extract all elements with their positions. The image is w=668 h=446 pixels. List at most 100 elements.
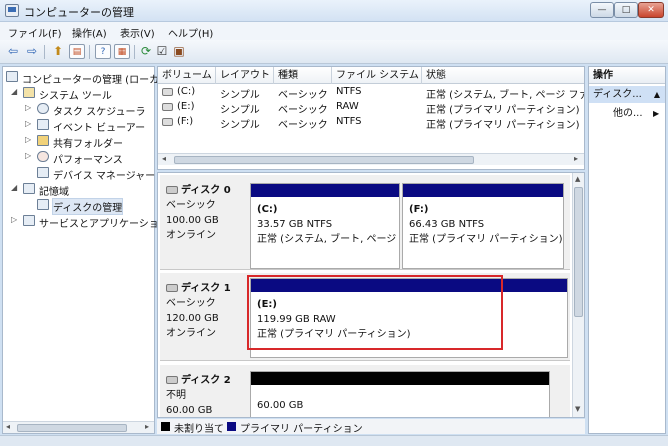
scroll-thumb[interactable] [574,187,583,317]
disk-2-info[interactable]: ディスク 2 不明 60.00 GB [166,373,246,417]
view-icon[interactable]: ▦ [114,44,130,59]
help-icon[interactable]: ? [95,44,111,59]
export-icon[interactable]: ▣ [171,44,187,59]
tree-item-label: イベント ビューアー [53,123,146,134]
toolbar-separator [89,45,90,59]
refresh-icon[interactable]: ⟳ [138,44,154,59]
expand-icon[interactable]: ▷ [25,119,31,128]
disk-icon [166,284,178,292]
disk-2-row[interactable]: ディスク 2 不明 60.00 GB 60.00 GB [160,365,570,417]
unallocated-bar [251,372,549,385]
scroll-left-icon[interactable]: ◂ [6,422,10,431]
partition-f[interactable]: (F:) 66.43 GB NTFS 正常 (プライマリ パーティション) [402,183,564,269]
volume-type: ベーシック [278,105,328,116]
forward-icon[interactable]: ⇨ [24,44,40,59]
menu-help[interactable]: ヘルプ(H) [168,25,213,40]
device-manager-icon [37,167,49,178]
up-folder-icon[interactable]: ⬆ [50,44,66,59]
table-row[interactable]: (E:) シンプル ベーシック RAW 正常 (プライマリ パーティション) [158,100,584,116]
scroll-right-icon[interactable]: ▸ [574,154,578,163]
close-button[interactable]: ✕ [638,2,664,18]
menu-file[interactable]: ファイル(F) [8,25,62,40]
back-icon[interactable]: ⇦ [5,44,21,59]
scroll-right-icon[interactable]: ▸ [145,422,149,431]
column-header-volume[interactable]: ボリューム [158,67,216,84]
menu-action[interactable]: 操作(A) [72,25,107,40]
disk-0-info[interactable]: ディスク 0 ベーシック 100.00 GB オンライン [166,183,246,243]
minimize-button[interactable]: — [590,2,614,18]
tree-item-task-scheduler[interactable]: ▷ タスク スケジューラ [3,101,154,118]
toolbar-separator [44,45,45,59]
tree-item-event-viewer[interactable]: ▷ イベント ビューアー [3,117,154,134]
shared-folder-icon [37,135,49,146]
expand-icon[interactable]: ▷ [25,103,31,112]
primary-partition-bar [251,184,399,197]
scroll-down-icon[interactable]: ▼ [575,405,580,413]
submenu-arrow-icon: ▶ [653,109,660,118]
table-row[interactable]: (F:) シンプル ベーシック NTFS 正常 (プライマリ パーティション) [158,115,584,131]
tree-item-storage[interactable]: ◢ 記憶域 [3,181,154,198]
column-header-filesystem[interactable]: ファイル システム [332,67,422,84]
expand-icon[interactable]: ▷ [25,135,31,144]
expand-icon[interactable]: ▷ [25,151,31,160]
column-header-layout[interactable]: レイアウト [216,67,274,84]
volume-name: (E:) [177,101,195,112]
actions-more[interactable]: 他の... ▶ [613,106,663,122]
disk-pane-vertical-scrollbar[interactable]: ▲ ▼ [572,173,584,417]
partition-e[interactable]: (E:) 119.99 GB RAW 正常 (プライマリ パーティション) [250,278,568,358]
tree-item-services-apps[interactable]: ▷ サービスとアプリケーショ [3,213,159,230]
disk-type: ベーシック [166,298,216,309]
clock-icon [37,103,49,114]
volume-icon [162,103,173,111]
unallocated-space[interactable]: 60.00 GB [250,371,550,417]
window-title: コンピューターの管理 [24,6,134,19]
scroll-thumb[interactable] [174,156,474,164]
disk-1-row[interactable]: ディスク 1 ベーシック 120.00 GB オンライン (E:) 119.99… [160,273,570,361]
volume-list-horizontal-scrollbar[interactable]: ◂ ▸ [158,153,584,165]
disk-size: 120.00 GB [166,313,219,324]
column-header-type[interactable]: 種類 [274,67,332,84]
partition-c[interactable]: (C:) 33.57 GB NTFS 正常 (システム, ブート, ページ [250,183,400,269]
tree-item-performance[interactable]: ▷ パフォーマンス [3,149,154,166]
collapse-up-icon[interactable]: ▲ [654,86,660,103]
properties-icon[interactable]: ☑ [154,44,170,59]
collapse-icon[interactable]: ◢ [11,183,17,192]
scroll-thumb[interactable] [17,424,127,432]
volume-filesystem: RAW [336,101,359,112]
tree-item-root[interactable]: コンピューターの管理 (ローカ [3,69,159,86]
show-hide-tree-icon[interactable]: ▤ [69,44,85,59]
tree-item-shared-folders[interactable]: ▷ 共有フォルダー [3,133,154,150]
tree-item-disk-management[interactable]: ディスクの管理 [3,197,154,215]
partition-size: 33.57 GB NTFS [257,219,333,230]
volume-list: ボリューム レイアウト 種類 ファイル システム 状態 (C:) シンプル ベー… [157,66,585,170]
tree-item-label: コンピューターの管理 (ローカ [22,75,160,86]
partition-name: (C:) [257,204,278,215]
collapse-icon[interactable]: ◢ [11,87,17,96]
disk-unknown-icon [166,376,178,384]
disk-size: 60.00 GB [166,405,213,416]
disk-management-icon [37,199,49,210]
disk-type: ベーシック [166,200,216,211]
actions-disk-management[interactable]: ディスク... ▲ [589,86,665,103]
legend: 未割り当て プライマリ パーティション [157,419,585,435]
column-header-status[interactable]: 状態 [422,67,584,84]
scroll-up-icon[interactable]: ▲ [575,175,580,183]
volume-layout: シンプル [220,90,260,101]
primary-partition-bar [251,279,567,292]
unallocated-swatch [161,422,170,431]
tree-item-label: タスク スケジューラ [53,107,146,118]
disk-icon [166,186,178,194]
disk-status: オンライン [166,328,216,339]
volume-type: ベーシック [278,120,328,131]
disk-1-info[interactable]: ディスク 1 ベーシック 120.00 GB オンライン [166,281,246,341]
tree-item-system-tools[interactable]: ◢ システム ツール [3,85,154,102]
legend-primary: プライマリ パーティション [240,424,363,435]
scroll-left-icon[interactable]: ◂ [162,154,166,163]
disk-0-row[interactable]: ディスク 0 ベーシック 100.00 GB オンライン (C:) 33.57 … [160,175,570,270]
tree-horizontal-scrollbar[interactable]: ◂ ▸ [3,421,154,433]
menu-view[interactable]: 表示(V) [120,25,155,40]
table-row[interactable]: (C:) シンプル ベーシック NTFS 正常 (システム, ブート, ページ … [158,85,584,101]
expand-icon[interactable]: ▷ [11,215,17,224]
tree-item-device-manager[interactable]: デバイス マネージャー [3,165,155,182]
maximize-button[interactable]: □ [614,2,638,18]
